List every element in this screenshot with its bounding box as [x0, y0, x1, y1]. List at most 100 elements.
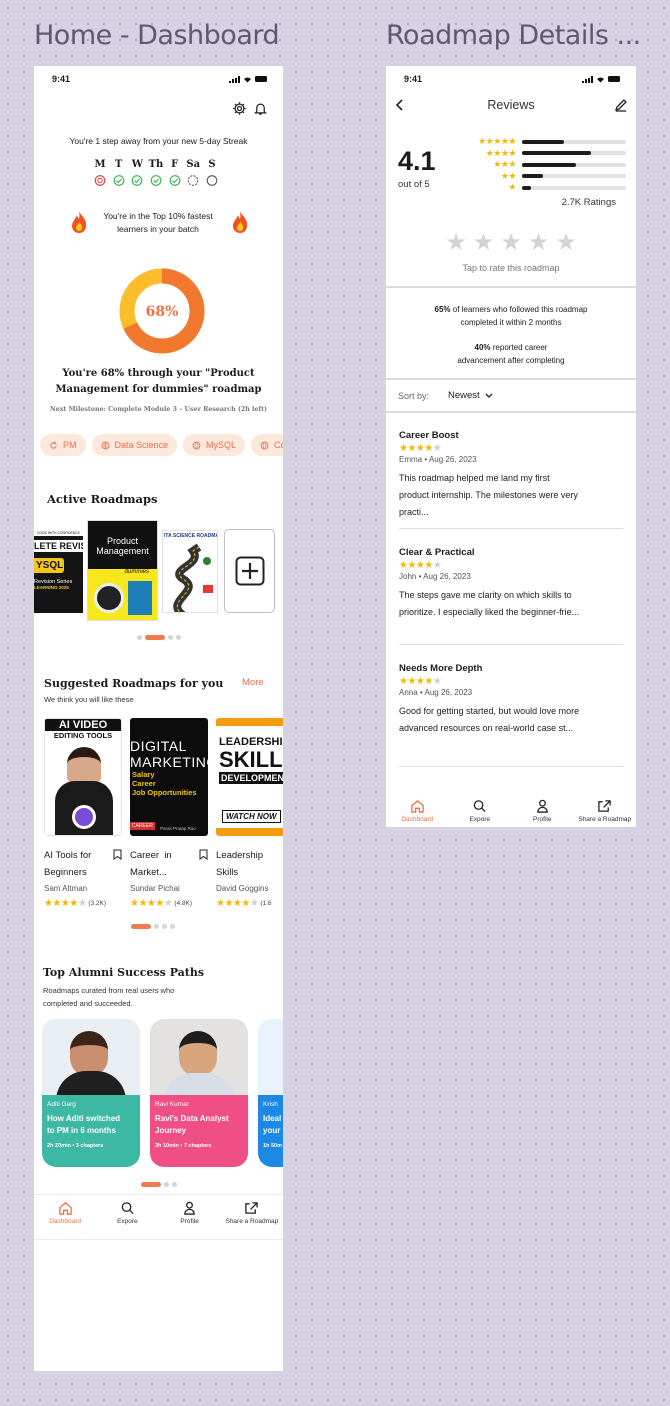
cover-header: Product Management	[88, 521, 157, 569]
star-rating: ★★★★★	[399, 560, 442, 571]
cover-art	[128, 581, 152, 615]
home-frame-title: Home - Dashboard	[34, 20, 280, 51]
star-rating: ★★★★★	[130, 898, 173, 909]
card-title-line: Career in	[130, 850, 172, 861]
alumni-headline: How Aditi switched	[47, 1114, 121, 1123]
review-item[interactable]: Needs More Depth ★★★★★ Anna • Aug 26, 20…	[399, 663, 623, 737]
review-item[interactable]: Career Boost ★★★★★ Emma • Aug 26, 2023 T…	[399, 430, 623, 521]
tab-label: Expore	[469, 816, 491, 823]
completed-day-icon	[169, 175, 180, 186]
tab-share-roadmap[interactable]: Share a Roadmap	[575, 799, 635, 827]
progress-line-2: Management for dummies" roadmap	[55, 384, 262, 395]
suggested-card-career-marketing[interactable]: DIGITAL MARKETING Salary Career Job Oppo…	[130, 718, 210, 909]
alumni-card-ravi[interactable]: Ravi Kumar Ravi's Data Analyst Journey 3…	[150, 1019, 248, 1167]
alumni-headline: Ideal	[263, 1114, 282, 1123]
suggested-pager	[130, 924, 176, 929]
rate-star-icon[interactable]: ★	[473, 228, 495, 257]
chip-pm[interactable]: PM	[40, 434, 86, 456]
tap-to-rate-stars[interactable]: ★ ★ ★ ★ ★	[386, 228, 636, 257]
fire-icon	[72, 211, 87, 233]
cover-text: WATCH NOW	[222, 810, 281, 823]
tab-profile[interactable]: Profile	[160, 1201, 220, 1239]
star-rating: ★★★★★	[478, 136, 516, 147]
card-title-row: AI Tools for Beginners	[44, 847, 124, 881]
day-label: Th	[148, 159, 164, 170]
suggested-card-ai-tools[interactable]: AI VIDEO EDITING TOOLS AI Tools for Begi…	[44, 718, 124, 909]
rate-star-icon[interactable]: ★	[500, 228, 522, 257]
card-rating: ★★★★★ (4.8K)	[130, 898, 210, 909]
stat-career: 40% reported career advancement after co…	[386, 341, 636, 367]
review-line: prioritize. I especially liked the begin…	[399, 607, 580, 617]
distribution-row: ★	[456, 182, 626, 194]
settings-gear-icon[interactable]	[232, 101, 247, 116]
alumni-headline: to PM in 6 months	[47, 1126, 116, 1135]
tab-label: Dashboard	[49, 1218, 82, 1225]
alumni-info: Aditi Garg How Aditi switched to PM in 6…	[42, 1095, 140, 1167]
rate-star-icon[interactable]: ★	[528, 228, 550, 257]
alumni-name: Krish	[263, 1101, 278, 1108]
rating-distribution: ★★★★★ ★★★★ ★★★ ★★ ★	[456, 136, 626, 194]
distribution-row: ★★★★	[456, 148, 626, 160]
tab-explore[interactable]: Expore	[97, 1201, 157, 1239]
distribution-row: ★★	[456, 171, 626, 183]
divider	[399, 644, 623, 645]
suggested-more-link[interactable]: More	[242, 677, 264, 688]
progress-donut-chart: 68%	[119, 268, 205, 354]
marketing-cover: DIGITAL MARKETING Salary Career Job Oppo…	[130, 718, 208, 836]
chip-more[interactable]: Co	[251, 434, 283, 456]
home-icon	[410, 800, 424, 813]
suggested-card-leadership[interactable]: LEADERSHIP SKILLS DEVELOPMENT WATCH NOW …	[216, 718, 283, 909]
star-rating: ★★★★	[485, 147, 517, 158]
rating-count: (4.8K)	[174, 900, 193, 907]
tab-share-roadmap[interactable]: Share a Roadmap	[222, 1201, 282, 1239]
alumni-subtitle: Roadmaps curated from real users who com…	[43, 984, 174, 1010]
roadmap-cover-mysql[interactable]: CODE WITH CONFIDENCE LETE REVISI YSQL Re…	[34, 530, 83, 613]
tap-to-rate-text: Tap to rate this roadmap	[462, 263, 560, 273]
bottom-tab-bar: Dashboard Expore Profile Share a Roadmap	[34, 1194, 283, 1240]
cover-text: CODE WITH CONFIDENCE	[34, 530, 83, 536]
divider	[399, 528, 623, 529]
top-learners-line-1: You're in the Top 10% fastest	[103, 211, 213, 221]
tab-profile[interactable]: Profile	[512, 799, 572, 827]
tab-dashboard[interactable]: Dashboard	[387, 799, 447, 827]
rating-count: (1.6	[260, 900, 272, 907]
review-meta: Emma • Aug 26, 2023	[399, 455, 477, 464]
card-title-line: Beginners	[44, 867, 87, 878]
add-roadmap-button[interactable]	[224, 529, 275, 613]
progress-line-1: You're 68% through your "Product	[62, 368, 255, 379]
day-label: T	[114, 159, 123, 170]
chip-data-science[interactable]: Data Science	[91, 434, 178, 456]
share-icon	[598, 800, 612, 812]
sort-dropdown[interactable]: Newest	[448, 390, 493, 401]
status-time: 9:41	[404, 74, 423, 84]
cover-band	[216, 718, 283, 726]
roadmap-cover-data-science[interactable]: ITA SCIENCE ROADMA	[162, 530, 218, 613]
alumni-headline: your	[263, 1126, 281, 1135]
stat-text: completed it within 2 months	[460, 318, 562, 327]
rate-star-icon[interactable]: ★	[445, 228, 467, 257]
roadmap-cover-product-management[interactable]: Product Management dummies	[87, 520, 158, 621]
cover-text: Job Opportunities	[132, 788, 197, 797]
cover-band	[216, 828, 283, 836]
wifi-icon	[597, 77, 604, 82]
bookmark-icon[interactable]	[199, 849, 208, 860]
edit-pencil-icon[interactable]	[614, 98, 628, 112]
distribution-bar-fill	[522, 139, 564, 144]
alumni-card-aditi[interactable]: Aditi Garg How Aditi switched to PM in 6…	[42, 1019, 140, 1167]
chip-mysql[interactable]: MySQL	[183, 434, 246, 456]
cover-text: YSQL	[34, 558, 64, 573]
card-title-line: Skills	[216, 867, 239, 878]
alumni-info: Krish Ideal your 1h 50m	[258, 1095, 283, 1167]
review-item[interactable]: Clear & Practical ★★★★★ John • Aug 26, 2…	[399, 547, 623, 621]
profile-icon	[536, 799, 548, 813]
tab-dashboard[interactable]: Dashboard	[35, 1201, 95, 1239]
alumni-subtitle-line: Roadmaps curated from real users who	[43, 986, 175, 995]
alumni-card-krish[interactable]: Krish Ideal your 1h 50m	[258, 1019, 283, 1167]
bookmark-icon[interactable]	[113, 849, 122, 860]
rate-star-icon[interactable]: ★	[555, 228, 577, 257]
stat-percent: 40%	[474, 343, 491, 352]
tab-explore[interactable]: Expore	[450, 799, 510, 827]
notification-bell-icon[interactable]	[253, 101, 268, 116]
distribution-bar	[522, 162, 626, 167]
next-milestone: Next Milestone: Complete Module 3 – User…	[49, 406, 268, 413]
